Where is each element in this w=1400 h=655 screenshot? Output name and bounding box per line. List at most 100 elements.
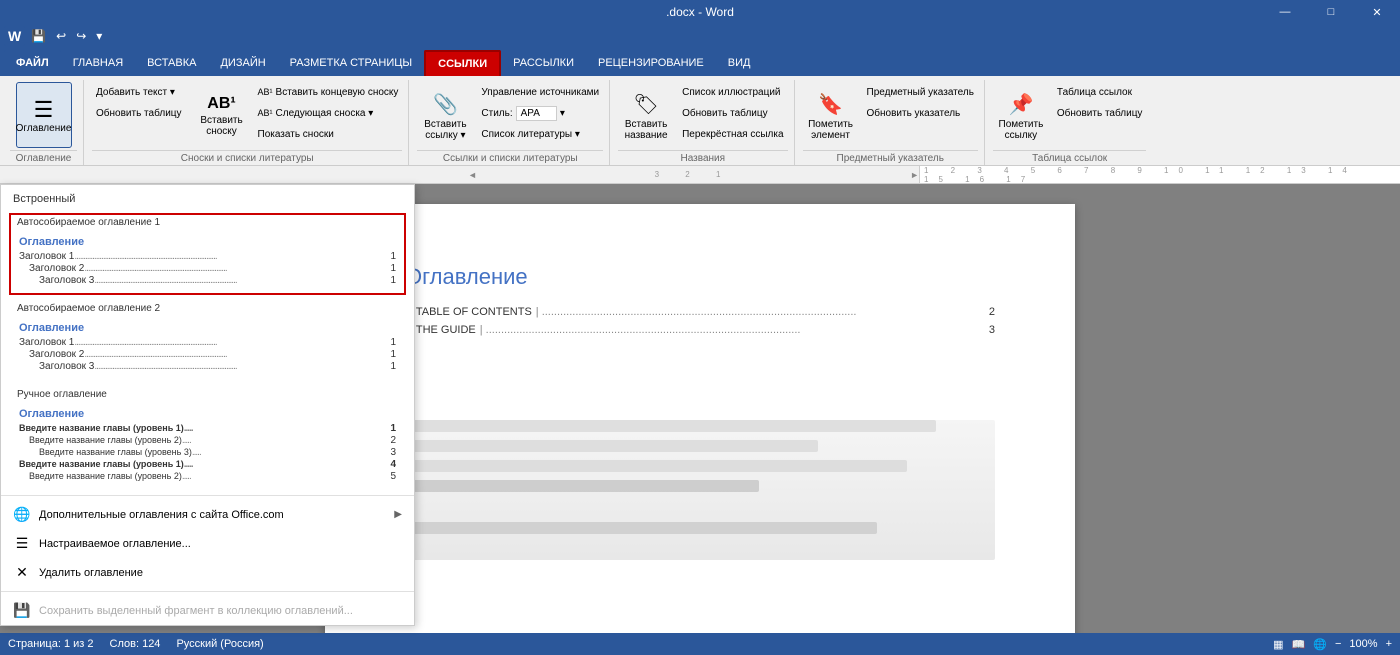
- ruler-right-marker: ►: [910, 170, 919, 180]
- auto-toc-2-entry-2: Заголовок 3 ............................…: [19, 361, 396, 372]
- more-toc-icon: 🌐: [13, 506, 31, 523]
- manage-sources-button[interactable]: Управление источниками: [477, 82, 603, 102]
- manual-toc-label: Ручное оглавление: [11, 387, 404, 402]
- ribbon-tab-bar: ФАЙЛ ГЛАВНАЯ ВСТАВКА ДИЗАЙН РАЗМЕТКА СТР…: [0, 48, 1400, 76]
- delete-toc-icon: ✕: [13, 564, 31, 581]
- manual-toc-item[interactable]: Ручное оглавление Оглавление Введите наз…: [9, 385, 406, 491]
- undo-button[interactable]: ↩: [52, 27, 70, 45]
- toc-dropdown-menu: Встроенный Автособираемое оглавление 1 О…: [0, 184, 415, 626]
- bibliography-button[interactable]: Список литературы ▾: [477, 124, 603, 144]
- show-notes-button[interactable]: Показать сноски: [254, 124, 403, 144]
- update-table3-button[interactable]: Обновить таблицу: [1053, 103, 1147, 123]
- tab-design[interactable]: ДИЗАЙН: [208, 50, 277, 76]
- auto-toc-2-item[interactable]: Автособираемое оглавление 2 Оглавление З…: [9, 299, 406, 381]
- close-button[interactable]: ✕: [1354, 0, 1400, 24]
- manual-toc-preview: Оглавление Введите название главы (урове…: [11, 402, 404, 489]
- ruler-numbers-left: 3 2 1: [477, 170, 910, 179]
- view-mode-print[interactable]: ▦: [1273, 638, 1283, 651]
- document-page[interactable]: Оглавление | TABLE OF CONTENTS | .......…: [325, 204, 1075, 633]
- auto-toc-1-entry-2: Заголовок 3 ............................…: [19, 275, 396, 286]
- status-right: ▦ 📖 🌐 − 100% +: [1273, 638, 1392, 651]
- redo-button[interactable]: ↪: [72, 27, 90, 45]
- custom-toc-label: Настраиваемое оглавление...: [39, 538, 191, 550]
- ruler-left-marker: ◄: [468, 170, 477, 180]
- update-table2-button[interactable]: Обновить таблицу: [678, 103, 787, 123]
- mark-citation-button[interactable]: 📌 Пометитьссылку: [993, 82, 1049, 148]
- endnote-button[interactable]: AB¹ Вставить концевую сноску: [254, 82, 403, 102]
- next-note-button[interactable]: AB¹ Следующая сноска ▾: [254, 103, 403, 123]
- tab-insert[interactable]: ВСТАВКА: [135, 50, 208, 76]
- tab-view[interactable]: ВИД: [716, 50, 763, 76]
- delete-toc-item[interactable]: ✕ Удалить оглавление: [1, 558, 414, 587]
- view-mode-read[interactable]: 📖: [1292, 638, 1306, 651]
- view-mode-web[interactable]: 🌐: [1313, 638, 1327, 651]
- citation-table-button[interactable]: Таблица ссылок: [1053, 82, 1147, 102]
- tab-file[interactable]: ФАЙЛ: [4, 50, 61, 76]
- add-text-button[interactable]: Добавить текст ▾: [92, 82, 186, 102]
- insert-citation-button[interactable]: 📎 Вставитьссылку ▾: [417, 82, 473, 148]
- style-button[interactable]: Стиль: APA ▾: [477, 103, 603, 123]
- title-bar: .docx - Word — □ ✕: [0, 0, 1400, 24]
- manual-toc-entry-3: Введите название главы (уровень 1) .....…: [19, 459, 396, 470]
- word-icon-btn[interactable]: W: [4, 26, 25, 46]
- save-qa-button[interactable]: 💾: [27, 27, 50, 45]
- ribbon-group-footnotes-label: Сноски и списки литературы: [92, 150, 402, 164]
- footnote-icon: AB¹: [207, 95, 235, 113]
- mark-entry-icon: 🔖: [818, 92, 843, 117]
- tab-home[interactable]: ГЛАВНАЯ: [61, 50, 135, 76]
- update-index-button[interactable]: Обновить указатель: [863, 103, 978, 123]
- doc-toc-entry-0: | TABLE OF CONTENTS | ..................…: [405, 306, 995, 318]
- maximize-button[interactable]: □: [1308, 0, 1354, 24]
- auto-toc-2-label: Автособираемое оглавление 2: [11, 301, 404, 316]
- dropdown-divider-1: [1, 495, 414, 496]
- cross-ref-button[interactable]: Перекрёстная ссылка: [678, 124, 787, 144]
- ribbon-group-footnotes: Добавить текст ▾ Обновить таблицу AB¹ Вс…: [86, 80, 409, 165]
- zoom-level: 100%: [1349, 638, 1377, 650]
- toc-icon: ☰: [34, 99, 54, 121]
- insert-footnote-button[interactable]: AB¹ Вставитьсноску: [194, 82, 250, 148]
- auto-toc-1-item[interactable]: Автособираемое оглавление 1 Оглавление З…: [9, 213, 406, 295]
- doc-toc-heading: Оглавление: [405, 264, 995, 290]
- ribbon-group-citations: 📎 Вставитьссылку ▾ Управление источникам…: [411, 80, 610, 165]
- tab-mailings[interactable]: РАССЫЛКИ: [501, 50, 586, 76]
- more-toc-arrow: ▶: [394, 509, 402, 520]
- save-toc-icon: 💾: [13, 602, 31, 619]
- tab-review[interactable]: РЕЦЕНЗИРОВАНИЕ: [586, 50, 716, 76]
- main-area: Встроенный Автособираемое оглавление 1 О…: [0, 184, 1400, 633]
- status-page: Страница: 1 из 2: [8, 638, 94, 650]
- insert-footnote-label: Вставитьсноску: [200, 115, 242, 137]
- ribbon-group-citations-label: Ссылки и списки литературы: [417, 150, 603, 164]
- insert-caption-button[interactable]: 🏷 Вставитьназвание: [618, 82, 674, 148]
- blurred-line-2: [405, 440, 818, 452]
- update-table-button[interactable]: Обновить таблицу: [92, 103, 186, 123]
- tab-references[interactable]: ССЫЛКИ: [424, 50, 501, 76]
- more-toc-item[interactable]: 🌐 Дополнительные оглавления с сайта Offi…: [1, 500, 414, 529]
- minimize-button[interactable]: —: [1262, 0, 1308, 24]
- blurred-line-3: [405, 460, 907, 472]
- zoom-out-button[interactable]: −: [1335, 638, 1341, 650]
- blurred-line-4: [405, 480, 759, 492]
- toc-button[interactable]: ☰ Оглавление: [16, 82, 72, 148]
- qa-dropdown-button[interactable]: ▾: [92, 27, 106, 45]
- auto-toc-1-preview: Оглавление Заголовок 1 .................…: [11, 230, 404, 293]
- tab-layout[interactable]: РАЗМЕТКА СТРАНИЦЫ: [278, 50, 424, 76]
- auto-toc-1-entry-0: Заголовок 1 ............................…: [19, 251, 396, 262]
- auto-toc-1-entry-1: Заголовок 2 ............................…: [19, 263, 396, 274]
- custom-toc-item[interactable]: ☰ Настраиваемое оглавление...: [1, 529, 414, 558]
- auto-toc-1-title: Оглавление: [19, 236, 396, 248]
- custom-toc-icon: ☰: [13, 535, 31, 552]
- mark-entry-button[interactable]: 🔖 Пометитьэлемент: [803, 82, 859, 148]
- zoom-in-button[interactable]: +: [1386, 638, 1392, 650]
- title-text: .docx - Word: [666, 5, 734, 19]
- insert-citation-label: Вставитьссылку ▾: [424, 119, 466, 141]
- caption-icon: 🏷: [633, 92, 658, 117]
- auto-toc-2-preview: Оглавление Заголовок 1 .................…: [11, 316, 404, 379]
- blurred-line-1: [405, 420, 936, 432]
- status-language: Русский (Россия): [176, 638, 263, 650]
- ribbon-group-citable: 📌 Пометитьссылку Таблица ссылок Обновить…: [987, 80, 1153, 165]
- figures-list-button[interactable]: Список иллюстраций: [678, 82, 787, 102]
- ruler-numbers-right: 1 2 3 4 5 6 7 8 9 10 11 12 13 14 15 16 1…: [924, 166, 1396, 183]
- subject-index-button[interactable]: Предметный указатель: [863, 82, 978, 102]
- status-words: Слов: 124: [110, 638, 161, 650]
- auto-toc-2-entry-0: Заголовок 1 ............................…: [19, 337, 396, 348]
